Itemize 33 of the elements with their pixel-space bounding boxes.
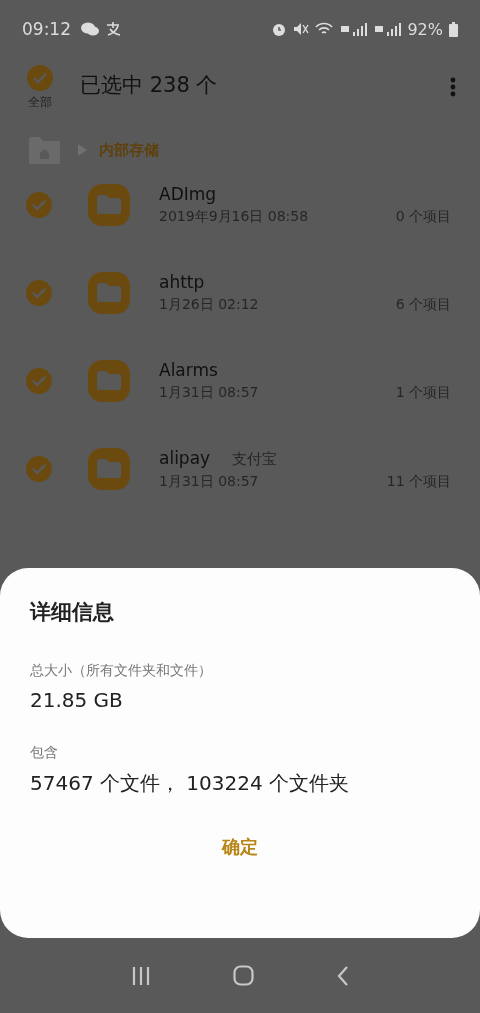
status-time: 09:12 xyxy=(22,19,71,39)
detail-label: 包含 xyxy=(30,744,59,762)
home-icon[interactable] xyxy=(233,965,255,986)
folder-icon xyxy=(88,448,130,490)
dialog-title: 详细信息 xyxy=(30,599,115,626)
more-options-icon[interactable] xyxy=(450,77,456,97)
select-all-checkbox[interactable] xyxy=(27,65,53,91)
signal-icon xyxy=(339,22,368,36)
selection-title: 已选中 238 个 xyxy=(80,72,219,99)
detail-label: 总大小（所有文件夹和文件） xyxy=(30,662,213,680)
confirm-button[interactable]: 确定 xyxy=(202,829,278,865)
folder-icon xyxy=(88,184,130,226)
signal-icon xyxy=(373,22,402,36)
wifi-icon xyxy=(315,21,334,37)
battery-icon xyxy=(449,21,458,37)
folder-name: ADImg xyxy=(159,184,217,204)
row-checkbox[interactable] xyxy=(26,280,52,306)
row-checkbox[interactable] xyxy=(26,456,52,482)
folder-name: alipay xyxy=(159,447,211,468)
row-checkbox[interactable] xyxy=(26,192,52,218)
mute-icon xyxy=(293,21,310,37)
folder-name: Alarms xyxy=(159,360,218,380)
back-icon[interactable] xyxy=(336,965,349,986)
alarm-icon xyxy=(271,21,288,37)
battery-percent: 92% xyxy=(407,19,443,39)
folder-icon xyxy=(88,360,130,402)
row-checkbox[interactable] xyxy=(26,368,52,394)
folder-name: ahttp xyxy=(159,272,205,292)
recent-apps-icon[interactable] xyxy=(131,966,152,985)
chat-icon xyxy=(81,22,99,36)
folder-icon xyxy=(88,272,130,314)
detail-value: 57467 个文件， 103224 个文件夹 xyxy=(30,770,351,797)
detail-value: 21.85 GB xyxy=(30,688,124,712)
